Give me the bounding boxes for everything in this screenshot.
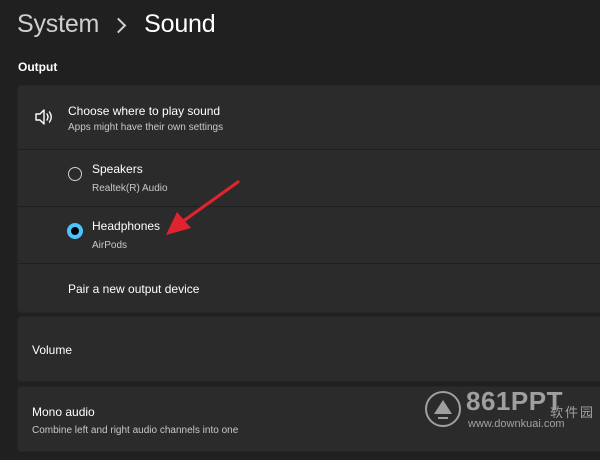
speakers-radio[interactable] <box>68 167 82 181</box>
breadcrumb: System Sound <box>17 4 216 44</box>
volume-card[interactable]: Volume <box>17 316 600 382</box>
annotation-arrow-icon <box>166 180 240 235</box>
device-option-headphones[interactable]: Headphones AirPods <box>18 207 600 264</box>
watermark-url: www.downkuai.com <box>468 418 565 430</box>
headphones-radio-selected[interactable] <box>67 223 83 239</box>
chevron-right-icon <box>110 17 127 33</box>
volume-label: Volume <box>32 343 73 357</box>
device-detail: AirPods <box>92 240 128 251</box>
choose-output-subtitle: Apps might have their own settings <box>68 122 224 133</box>
device-option-speakers[interactable]: Speakers Realtek(R) Audio <box>18 150 600 207</box>
page-title: Sound <box>144 9 216 38</box>
choose-output-title: Choose where to play sound <box>68 104 221 118</box>
speaker-icon <box>35 109 52 125</box>
pair-new-output-device[interactable]: Pair a new output device <box>18 264 600 312</box>
pair-device-label: Pair a new output device <box>68 282 200 296</box>
watermark-logo-icon <box>425 391 461 427</box>
section-title-output: Output <box>18 60 58 74</box>
device-detail: Realtek(R) Audio <box>92 183 168 194</box>
output-card: Choose where to play sound Apps might ha… <box>17 85 600 313</box>
choose-output-header[interactable]: Choose where to play sound Apps might ha… <box>18 86 600 150</box>
device-name: Speakers <box>92 162 143 176</box>
watermark: 861PPT 软件园 www.downkuai.com <box>420 384 600 444</box>
mono-audio-subtitle: Combine left and right audio channels in… <box>32 425 239 436</box>
mono-audio-title: Mono audio <box>32 405 95 419</box>
device-name: Headphones <box>92 219 161 233</box>
watermark-brand: 861PPT <box>466 386 563 416</box>
breadcrumb-system-link[interactable]: System <box>17 10 99 39</box>
